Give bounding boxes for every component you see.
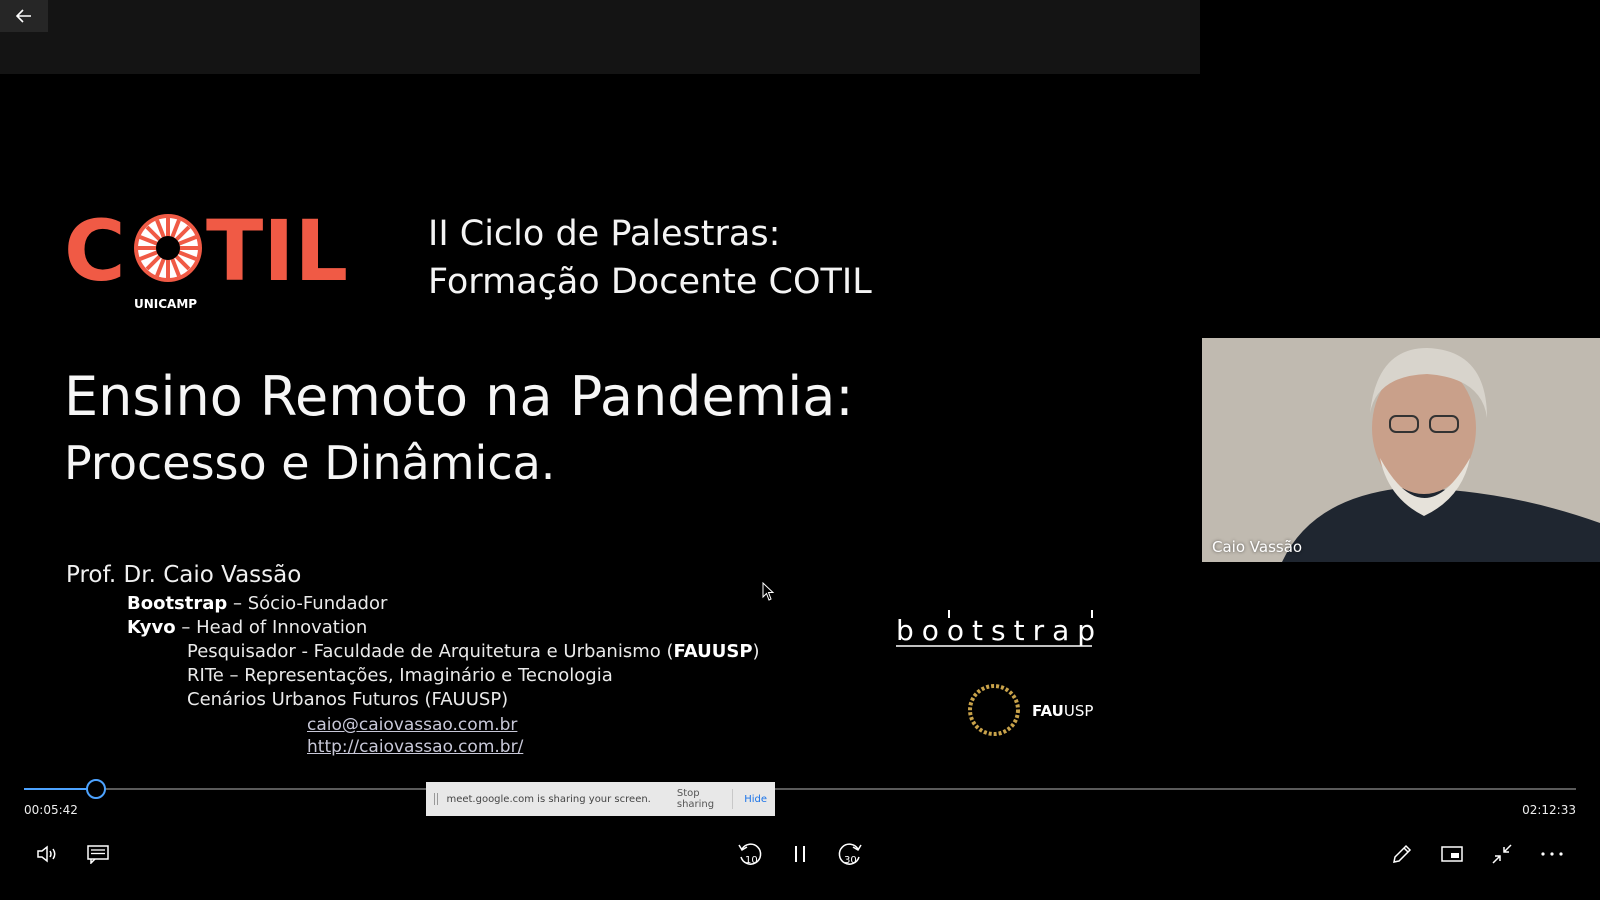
drag-handle-icon[interactable] — [434, 793, 439, 805]
back-button[interactable] — [0, 0, 48, 32]
cycle-line-2: Formação Docente COTIL — [428, 262, 872, 302]
participant-video: Caio Vassão — [1202, 338, 1600, 562]
seek-bar-thumb[interactable] — [86, 779, 107, 799]
affiliation-kyvo: Kyvo – Head of Innovation — [127, 617, 368, 638]
volume-button[interactable] — [28, 834, 68, 874]
participant-video-frame — [1202, 338, 1600, 562]
total-time: 02:12:33 — [1522, 803, 1576, 817]
svg-text:30: 30 — [844, 855, 857, 866]
svg-text:FAUUSP: FAUUSP — [1032, 702, 1093, 720]
presentation-slide: C TIL UNICAMP II Ciclo de Palestras: For… — [0, 74, 1200, 764]
email-link: caio@caiovassao.com.br — [307, 715, 518, 735]
affiliation-rite: RITe – Representações, Imaginário e Tecn… — [187, 665, 613, 686]
cotil-unicamp-logo: C TIL UNICAMP — [64, 212, 348, 311]
miniplayer-icon — [1441, 846, 1463, 862]
svg-text:C: C — [64, 212, 126, 300]
affiliation-cenarios: Cenários Urbanos Futuros (FAUUSP) — [187, 689, 509, 710]
exit-fullscreen-button[interactable] — [1482, 834, 1522, 874]
share-message: meet.google.com is sharing your screen. — [446, 793, 651, 805]
more-dots-icon — [1541, 852, 1563, 856]
slide-subtitle: Processo e Dinâmica. — [64, 436, 556, 490]
pause-button[interactable] — [780, 834, 820, 874]
svg-text:bootstrap: bootstrap — [896, 614, 1103, 647]
cycle-line-1: II Ciclo de Palestras: — [428, 214, 781, 254]
speaker-icon — [37, 845, 56, 863]
pause-icon — [795, 846, 805, 862]
subtitles-icon — [87, 845, 109, 864]
forward-button[interactable]: 30 — [830, 834, 870, 874]
svg-text:10: 10 — [745, 855, 758, 866]
stop-sharing-button[interactable]: Stop sharing — [669, 784, 724, 814]
current-time: 00:05:42 — [24, 803, 78, 817]
forward-30-icon: 30 — [838, 843, 862, 866]
divider — [731, 789, 733, 809]
draw-button[interactable] — [1382, 834, 1422, 874]
seek-bar[interactable] — [24, 779, 1576, 799]
mouse-cursor-icon — [762, 582, 775, 601]
svg-text:UNICAMP: UNICAMP — [134, 297, 197, 311]
top-bar — [0, 0, 1200, 74]
arrow-left-icon — [16, 9, 31, 23]
svg-text:TIL: TIL — [206, 212, 348, 300]
participant-name: Caio Vassão — [1212, 538, 1303, 556]
website-link: http://caiovassao.com.br/ — [307, 737, 524, 757]
rewind-button[interactable]: 10 — [730, 834, 770, 874]
cycle-heading: II Ciclo de Palestras: Formação Docente … — [428, 210, 872, 306]
exit-fullscreen-icon — [1492, 844, 1512, 864]
screen-share-notification: meet.google.com is sharing your screen. … — [426, 782, 775, 816]
captions-button[interactable] — [78, 834, 118, 874]
affiliation-fauusp: Pesquisador - Faculdade de Arquitetura e… — [187, 641, 760, 662]
rewind-10-icon: 10 — [738, 843, 762, 866]
hide-button[interactable]: Hide — [736, 790, 775, 809]
player-controls: 10 30 — [0, 824, 1600, 900]
bootstrap-logo: bootstrap — [896, 610, 1103, 647]
fauusp-logo: FAUUSP — [968, 684, 1093, 736]
affiliation-bootstrap: Bootstrap – Sócio-Fundador — [127, 593, 388, 614]
pencil-icon — [1393, 844, 1412, 863]
speaker-name: Prof. Dr. Caio Vassão — [66, 562, 302, 588]
miniplayer-button[interactable] — [1432, 834, 1472, 874]
slide-title: Ensino Remoto na Pandemia: — [64, 365, 854, 428]
more-options-button[interactable] — [1532, 834, 1572, 874]
